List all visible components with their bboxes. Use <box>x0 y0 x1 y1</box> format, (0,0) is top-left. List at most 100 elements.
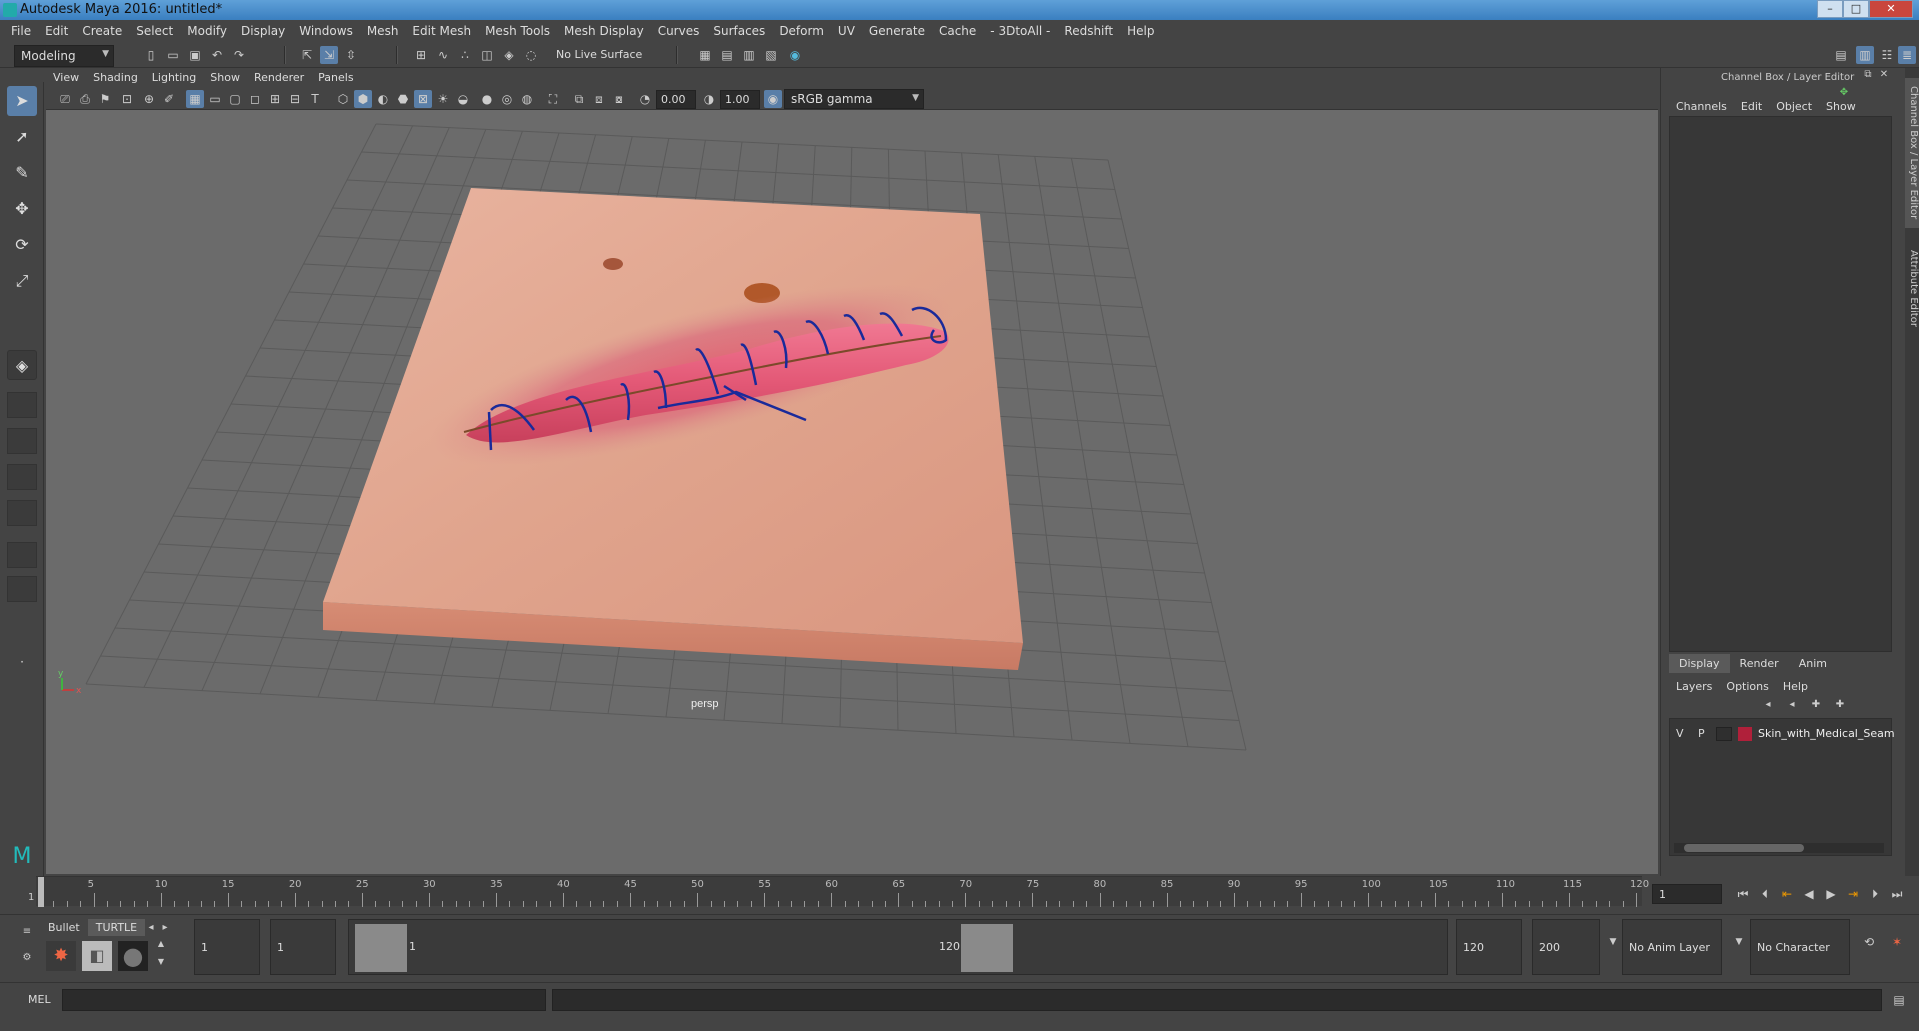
film-gate-icon[interactable]: ▭ <box>206 90 224 108</box>
go-to-start-icon[interactable]: ⏮ <box>1734 885 1752 903</box>
motion-blur-icon[interactable]: ◎ <box>498 90 516 108</box>
bullet-shelf-icon[interactable]: ✸ <box>46 941 76 971</box>
turtle-bake-shelf-icon[interactable]: ◧ <box>82 941 112 971</box>
select-tool-icon[interactable]: ➤ <box>7 86 37 116</box>
menu-generate[interactable]: Generate <box>862 20 932 42</box>
snap-curve-icon[interactable]: ∿ <box>434 46 452 64</box>
safe-title-icon[interactable]: T <box>306 90 324 108</box>
layer-playback-toggle[interactable]: P <box>1698 727 1705 740</box>
menu-uv[interactable]: UV <box>831 20 862 42</box>
menu-mesh-tools[interactable]: Mesh Tools <box>478 20 557 42</box>
wireframe-icon[interactable]: ⬡ <box>334 90 352 108</box>
four-view-layout-icon[interactable] <box>7 392 37 418</box>
render-settings-icon[interactable]: ▥ <box>740 46 758 64</box>
viewport-menu-lighting[interactable]: Lighting <box>145 68 203 88</box>
channel-box-toggle-icon[interactable]: ≣ <box>1898 46 1916 64</box>
layer-color-swatch[interactable] <box>1738 727 1752 741</box>
new-layer-selected-icon[interactable]: ✚ <box>1833 698 1847 712</box>
shelf-down-icon[interactable]: ▼ <box>152 953 170 971</box>
snap-live-icon[interactable]: ◌ <box>522 46 540 64</box>
grease-pencil-icon[interactable]: ✐ <box>160 90 178 108</box>
menu-set-dropdown[interactable]: Modeling ▼ <box>14 45 114 67</box>
2d-pan-zoom-icon[interactable]: ⊕ <box>140 90 158 108</box>
menu-mesh-display[interactable]: Mesh Display <box>557 20 651 42</box>
redo-icon[interactable]: ↷ <box>230 46 248 64</box>
menu-surfaces[interactable]: Surfaces <box>706 20 772 42</box>
move-layer-down-icon[interactable]: ◂ <box>1785 698 1799 712</box>
viewport-menu-view[interactable]: View <box>46 68 86 88</box>
lasso-tool-icon[interactable]: ➚ <box>7 122 37 152</box>
snap-grid-icon[interactable]: ⊞ <box>412 46 430 64</box>
current-frame-field[interactable]: 1 <box>1652 884 1722 904</box>
animation-end-field[interactable]: 200 <box>1532 919 1600 975</box>
shelf-tab-turtle[interactable]: TURTLE <box>87 919 146 936</box>
menu-display[interactable]: Display <box>234 20 292 42</box>
render-view-icon[interactable]: ◉ <box>786 46 804 64</box>
perspective-viewport[interactable]: persp y x <box>46 110 1658 874</box>
step-forward-frame-icon[interactable]: ⇥ <box>1844 885 1862 903</box>
layer-tab-anim[interactable]: Anim <box>1789 654 1837 673</box>
image-plane-icon[interactable]: ⊡ <box>118 90 136 108</box>
auto-key-icon[interactable]: ⟲ <box>1860 933 1878 951</box>
bookmark-icon[interactable]: ⚑ <box>96 90 114 108</box>
anim-layer-dropdown[interactable]: No Anim Layer <box>1622 919 1722 975</box>
snap-surface-icon[interactable]: ◈ <box>500 46 518 64</box>
exposure-icon[interactable]: ◔ <box>636 90 654 108</box>
tab-channel-box[interactable]: Channel Box / Layer Editor <box>1905 78 1919 228</box>
menu-curves[interactable]: Curves <box>651 20 707 42</box>
single-perspective-layout-icon[interactable]: ◈ <box>7 350 37 380</box>
layer-scrollbar[interactable] <box>1674 843 1884 853</box>
color-management-icon[interactable]: ◉ <box>764 90 782 108</box>
layout-toggle-icon[interactable]: ▥ <box>1856 46 1874 64</box>
xray-components-icon[interactable]: ⧇ <box>610 90 628 108</box>
command-language-label[interactable]: MEL <box>28 993 51 1006</box>
shelf-tab-bullet[interactable]: Bullet <box>40 919 88 936</box>
animation-start-field[interactable]: 1 <box>194 919 260 975</box>
layer-display-type[interactable] <box>1716 727 1732 741</box>
channel-list[interactable] <box>1669 116 1892 652</box>
screen-space-ao-icon[interactable]: ● <box>478 90 496 108</box>
layer-scrollbar-thumb[interactable] <box>1684 844 1804 852</box>
safe-action-icon[interactable]: ⊟ <box>286 90 304 108</box>
step-forward-key-icon[interactable]: ⏵ <box>1866 885 1884 903</box>
shelf-up-icon[interactable]: ▲ <box>152 935 170 953</box>
paint-select-tool-icon[interactable]: ✎ <box>7 158 37 188</box>
layer-tab-render[interactable]: Render <box>1730 654 1789 673</box>
gate-mask-icon[interactable]: ◻ <box>246 90 264 108</box>
layer-menu-layers[interactable]: Layers <box>1669 676 1719 698</box>
play-forward-icon[interactable]: ▶ <box>1822 885 1840 903</box>
exposure-field[interactable]: 0.00 <box>656 90 696 109</box>
render-current-icon[interactable]: ▦ <box>696 46 714 64</box>
close-panel-icon[interactable]: ✕ <box>1877 68 1891 82</box>
default-material-icon[interactable]: ◐ <box>374 90 392 108</box>
snap-point-icon[interactable]: ∴ <box>456 46 474 64</box>
viewport-scene[interactable]: persp y x <box>46 110 1658 874</box>
layer-tab-display[interactable]: Display <box>1669 654 1730 673</box>
outliner-toggle-icon[interactable]: ☷ <box>1878 46 1896 64</box>
minimize-button[interactable]: – <box>1817 0 1843 18</box>
new-layer-icon[interactable]: ✚ <box>1809 698 1823 712</box>
persp-outliner-layout-icon[interactable] <box>7 500 37 526</box>
close-button[interactable]: ✕ <box>1869 0 1913 18</box>
layer-menu-options[interactable]: Options <box>1719 676 1775 698</box>
select-camera-icon[interactable]: ⎚ <box>56 90 74 108</box>
layer-row[interactable]: V P Skin_with_Medical_Seam <box>1672 725 1895 743</box>
move-layer-up-icon[interactable]: ◂ <box>1761 698 1775 712</box>
side-by-side-layout-icon[interactable] <box>7 428 37 454</box>
undo-icon[interactable]: ↶ <box>208 46 226 64</box>
layer-name[interactable]: Skin_with_Medical_Seam <box>1758 727 1895 740</box>
menu-modify[interactable]: Modify <box>180 20 234 42</box>
select-object-icon[interactable]: ⇲ <box>320 46 338 64</box>
menu-edit[interactable]: Edit <box>38 20 75 42</box>
step-back-key-icon[interactable]: ⏴ <box>1756 885 1774 903</box>
viewport-menu-panels[interactable]: Panels <box>311 68 360 88</box>
channel-box-menu-object[interactable]: Object <box>1769 96 1819 118</box>
custom-layout-icon[interactable] <box>7 576 37 602</box>
move-tool-icon[interactable]: ✥ <box>7 194 37 224</box>
playback-end-field[interactable]: 120 <box>1456 919 1522 975</box>
menu-select[interactable]: Select <box>129 20 180 42</box>
gamma-field[interactable]: 1.00 <box>720 90 760 109</box>
field-chart-icon[interactable]: ⊞ <box>266 90 284 108</box>
select-component-icon[interactable]: ⇳ <box>342 46 360 64</box>
save-scene-icon[interactable]: ▣ <box>186 46 204 64</box>
